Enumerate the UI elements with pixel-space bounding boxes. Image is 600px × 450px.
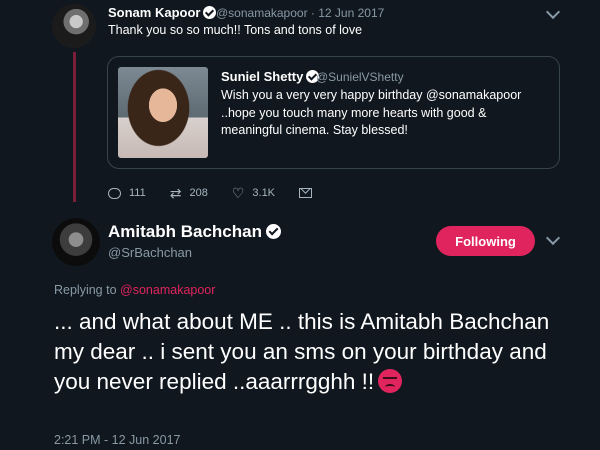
replying-mention-link[interactable]: @sonamakapoor <box>120 283 215 297</box>
following-button[interactable]: Following <box>436 226 535 256</box>
main-handle[interactable]: @SrBachchan <box>108 245 192 260</box>
main-tweet-text: ... and what about ME .. this is Amitabh… <box>54 307 574 397</box>
quoted-tweet-photo[interactable] <box>118 67 208 158</box>
retweet-count: 208 <box>189 187 208 199</box>
main-author-name[interactable]: Amitabh Bachchan <box>108 222 281 242</box>
sonam-avatar[interactable] <box>52 4 96 48</box>
reply-handle-date[interactable]: @sonamakapoor · 12 Jun 2017 <box>216 6 384 20</box>
reply-author-name-text: Sonam Kapoor <box>108 5 201 20</box>
reply-menu-chevron-icon[interactable] <box>545 4 561 20</box>
verified-badge-icon <box>203 6 217 19</box>
like-action[interactable]: ♡ 3.1K <box>232 186 275 200</box>
main-tweet-text-body: ... and what about ME .. this is Amitabh… <box>54 309 550 394</box>
reply-icon <box>108 187 121 199</box>
heart-icon: ♡ <box>231 185 245 201</box>
tweet-timestamp[interactable]: 2:21 PM - 12 Jun 2017 <box>54 433 180 447</box>
angry-face-icon <box>378 369 403 393</box>
envelope-icon <box>299 188 313 198</box>
like-count: 3.1K <box>252 187 276 199</box>
quoted-handle: @SunielVShetty <box>316 70 404 84</box>
reply-author-name[interactable]: Sonam Kapoor <box>108 5 217 20</box>
tweet-actions: 111 ⇄ 208 ♡ 3.1K <box>108 184 336 202</box>
quoted-author-name-text: Suniel Shetty <box>221 69 304 84</box>
quoted-tweet-card[interactable]: Suniel Shetty @SunielVShetty Wish you a … <box>107 56 560 169</box>
thread-line <box>73 52 76 202</box>
retweet-action[interactable]: ⇄ 208 <box>170 186 208 200</box>
main-menu-chevron-icon[interactable] <box>545 230 561 246</box>
reply-action[interactable]: 111 <box>108 187 146 199</box>
replying-prefix: Replying to <box>54 283 117 297</box>
main-author-name-text: Amitabh Bachchan <box>108 222 262 241</box>
retweet-icon: ⇄ <box>169 185 182 201</box>
reply-tweet-text: Thank you so so much!! Tons and tons of … <box>108 23 363 37</box>
quoted-author-name: Suniel Shetty <box>221 69 320 84</box>
dm-action[interactable] <box>299 188 313 198</box>
quoted-tweet-text: Wish you a very very happy birthday @son… <box>221 88 522 137</box>
reply-count: 111 <box>129 187 146 199</box>
verified-badge-icon <box>265 224 281 239</box>
amitabh-avatar[interactable] <box>52 218 100 266</box>
replying-to: Replying to @sonamakapoor <box>54 283 215 297</box>
